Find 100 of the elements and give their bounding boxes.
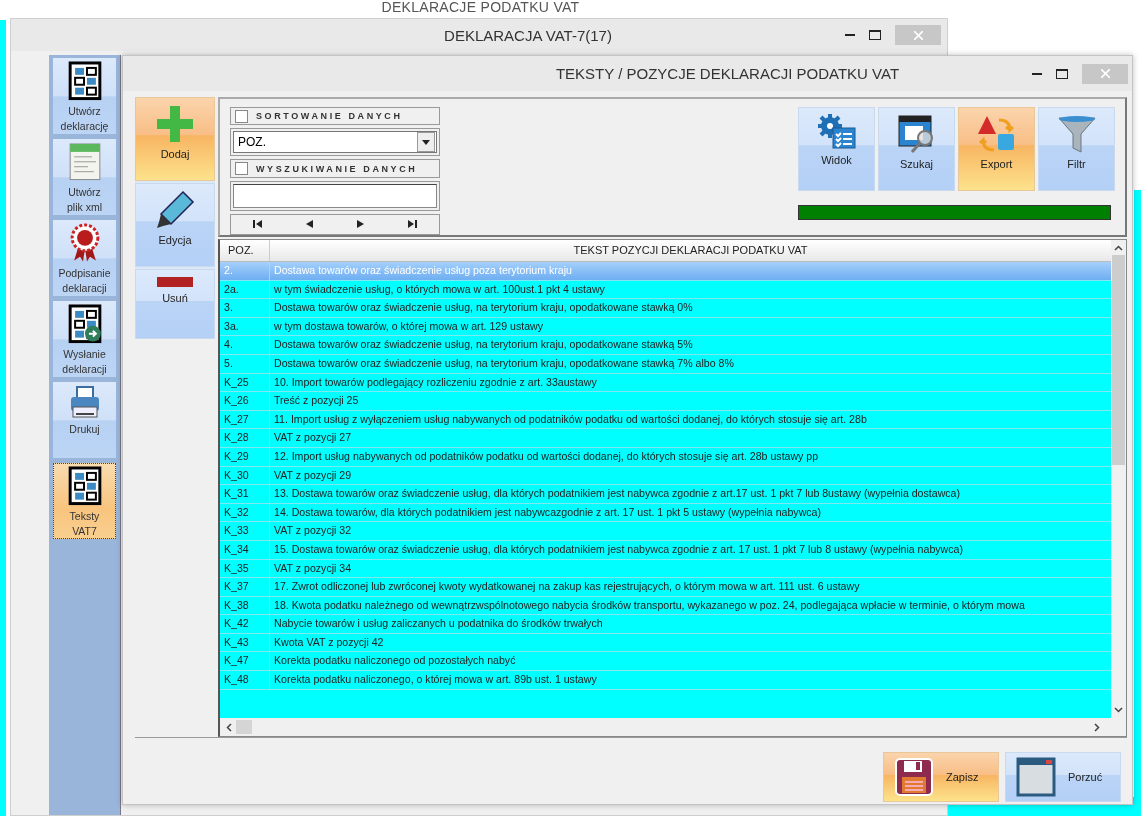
- table-cell-text: 13. Dostawa towarów oraz świadczenie usług, dla których podatnikiem jest nabywca zgodnie z art.17 ust. 1 pkt 7 lub 8ustawy (wypełnia dostawca): [273, 486, 961, 502]
- search-label: WYSZUKIWANIE DANYCH: [256, 163, 418, 174]
- first-icon: [253, 220, 262, 229]
- table-row[interactable]: K_30 VAT z pozycji 29: [220, 466, 1111, 486]
- table-row[interactable]: K_25 10. Import towarów podlegający rozliczeniu zgodnie z art. 33austawy: [220, 373, 1111, 393]
- window-title: DEKLARACJA VAT-7(17): [444, 26, 612, 44]
- table-row[interactable]: K_48 Korekta podatku naliczonego, o której mowa w art. 89b ust. 1 ustawy: [220, 671, 1111, 690]
- table-cell: K_42: [220, 615, 270, 633]
- table-row[interactable]: K_47 Korekta podatku naliczonego od pozostałych nabyć: [220, 652, 1111, 672]
- close-icon: [913, 30, 923, 40]
- table-cell-text: 14. Dostawa towarów, dla których podatnikiem jest nabywcazgodnie z art. 17 ust. 1 pkt 5 ustawy (wypełnia nabywca): [273, 504, 823, 520]
- background-window-title: DEKLARACJE PODATKU VAT: [380, 0, 581, 14]
- discard-button[interactable]: Porzuć: [1005, 752, 1121, 802]
- table-cell-text: VAT z pozycji 27: [273, 430, 353, 446]
- sort-label: SORTOWANIE DANYCH: [256, 111, 403, 122]
- table-cell: K_25: [220, 373, 270, 392]
- table-cell: K_38: [220, 596, 270, 615]
- view-button[interactable]: Widok: [798, 107, 875, 191]
- delete-button[interactable]: Usuń: [135, 269, 215, 339]
- table-row[interactable]: K_28 VAT z pozycji 27: [220, 429, 1111, 448]
- filter-button[interactable]: Filtr: [1038, 107, 1115, 191]
- table-row[interactable]: K_33 VAT z pozycji 32: [220, 522, 1111, 541]
- table-cell: K_29: [220, 447, 270, 466]
- table-cell-text: Korekta podatku naliczonego od pozostałych nabyć: [273, 653, 517, 669]
- table-row[interactable]: K_34 15. Dostawa towarów oraz świadczenie usług, dla których podatnikiem jest nabywca zgodnie z art. 17 ust. 1 pkt 7 lub 8 ustawy (wypełnia nabywca): [220, 540, 1111, 560]
- table-cell: 4.: [220, 336, 270, 354]
- table-cell-text: 11. Import usług z wyłączeniem usług nabywanych od podatników podatku od wartości dodanej, do których stosuje się art. 28b: [273, 411, 868, 427]
- table-cell: K_37: [220, 578, 270, 596]
- table-cell-text: 10. Import towarów podlegający rozliczeniu zgodnie z art. 33austawy: [273, 374, 598, 390]
- table-row[interactable]: K_26 Treść z pozycji 25: [220, 392, 1111, 411]
- table-cell: K_34: [220, 540, 270, 559]
- table-cell-text: VAT z pozycji 34: [273, 560, 353, 576]
- table-cell-text: Dostawa towarów oraz świadczenie usług, na terytorium kraju, opodatkowane stawką 0%: [273, 300, 694, 316]
- table-cell: 3a.: [220, 317, 270, 336]
- table-cell-text: Dostawa towarów oraz świadczenie usług poza terytorium kraju: [273, 263, 573, 278]
- table-row[interactable]: K_38 18. Kwota podatku należnego od wewnątrzwspólnotowego nabycia środków transportu, wykazanego w poz. 24, podlegająca wpłacie w terminie, o którym mowa: [220, 596, 1111, 616]
- sidebar-item[interactable]: Utwórz deklarację: [53, 58, 116, 134]
- sidebar-item[interactable]: Drukuj: [53, 382, 116, 458]
- floppy-icon: [894, 757, 934, 797]
- edit-button[interactable]: Edycja: [135, 183, 215, 267]
- table-row[interactable]: K_27 11. Import usług z wyłączeniem usług nabywanych od podatników podatku od wartości dodanej, do których stosuje się art. 28b: [220, 410, 1111, 430]
- table-cell: K_47: [220, 652, 270, 671]
- previous-icon: [306, 220, 313, 229]
- table-row[interactable]: 3. Dostawa towarów oraz świadczenie usług, na terytorium kraju, opodatkowane stawką 0%: [220, 299, 1111, 318]
- minimize-icon: [1032, 72, 1042, 75]
- funnel-icon: [1056, 114, 1097, 154]
- table-cell: 2.: [220, 262, 270, 280]
- minus-icon: [157, 276, 193, 288]
- table-cell-text: w tym świadczenie usług, o których mowa w art. 100ust.1 pkt 4 ustawy: [273, 281, 606, 297]
- table-cell: K_43: [220, 633, 270, 652]
- close-icon: [1100, 69, 1110, 78]
- sidebar-item[interactable]: Teksty VAT7: [53, 463, 116, 539]
- table-row[interactable]: K_32 14. Dostawa towarów, dla których podatnikiem jest nabywcazgodnie z art. 17 ust. 1 pkt 5 ustawy (wypełnia nabywca): [220, 503, 1111, 523]
- table-row[interactable]: K_43 Kwota VAT z pozycji 42: [220, 633, 1111, 653]
- table-cell-text: Nabycie towarów i usług zaliczanych u podatnika do środków trwałych: [273, 616, 604, 632]
- sidebar-item[interactable]: Wysłanie deklaracji: [53, 301, 116, 377]
- next-icon: [357, 220, 364, 229]
- table-row[interactable]: 3a. w tym dostawa towarów, o której mowa w art. 129 ustawy: [220, 317, 1111, 337]
- table-cell: K_32: [220, 503, 270, 522]
- checkbox[interactable]: [235, 109, 248, 123]
- document-icon: [67, 142, 102, 182]
- dialog-title: TEKSTY / POZYCJE DEKLARACJI PODATKU VAT: [555, 65, 900, 82]
- table-cell-text: VAT z pozycji 32: [273, 523, 353, 539]
- table-row[interactable]: 2a. w tym świadczenie usług, o których mowa w art. 100ust.1 pkt 4 ustawy: [220, 280, 1111, 300]
- grid-icon: [67, 466, 102, 506]
- export-button[interactable]: Export: [958, 107, 1035, 191]
- table-row[interactable]: K_35 VAT z pozycji 34: [220, 559, 1111, 579]
- table-cell: 2a.: [220, 280, 270, 299]
- chevron-up-icon: [1114, 245, 1123, 251]
- table-cell: 5.: [220, 354, 270, 373]
- window-icon: [1016, 757, 1056, 797]
- search-button[interactable]: Szukaj: [878, 107, 955, 191]
- plus-icon: [155, 104, 195, 144]
- table-row[interactable]: K_37 17. Zwrot odliczonej lub zwróconej kwoty wydatkowanej na zakup kas rejestrujących, o którym mowa w art. 111 ust. 6 ustawy: [220, 578, 1111, 597]
- column-header[interactable]: POZ.: [220, 240, 270, 261]
- table-cell-text: Kwota VAT z pozycji 42: [273, 634, 385, 650]
- table-cell-text: 17. Zwrot odliczonej lub zwróconej kwoty wydatkowanej na zakup kas rejestrujących, o którym mowa w art. 111 ust. 6 ustawy: [273, 579, 861, 595]
- table-cell-text: Dostawa towarów oraz świadczenie usług, na terytorium kraju, opodatkowane stawką 5%: [273, 337, 694, 353]
- table-row[interactable]: K_31 13. Dostawa towarów oraz świadczenie usług, dla których podatnikiem jest nabywca zgodnie z art.17 ust. 1 pkt 7 lub 8ustawy (wypełnia dostawca): [220, 485, 1111, 504]
- table-row[interactable]: K_42 Nabycie towarów i usług zaliczanych u podatnika do środków trwałych: [220, 615, 1111, 634]
- marker-icon: [155, 190, 195, 230]
- add-button[interactable]: Dodaj: [135, 97, 215, 181]
- table-cell: K_31: [220, 485, 270, 503]
- scrollbar-thumb[interactable]: [1112, 255, 1125, 465]
- table-row[interactable]: 4. Dostawa towarów oraz świadczenie usług, na terytorium kraju, opodatkowane stawką 5%: [220, 336, 1111, 355]
- caret-icon: [422, 139, 430, 145]
- table-row[interactable]: K_29 12. Import usług nabywanych od podatników podatku od wartości dodanej, do których stosuje się art. 28b ustawy pp: [220, 447, 1111, 467]
- table-cell: K_33: [220, 522, 270, 540]
- sort-dropdown[interactable]: POZ.: [233, 131, 437, 154]
- search-field[interactable]: [233, 183, 437, 208]
- table-cell-text: Treść z pozycji 25: [273, 393, 360, 409]
- sidebar-item[interactable]: Podpisanie deklaracji: [53, 220, 116, 296]
- scrollbar-thumb[interactable]: [236, 720, 252, 734]
- shapes-icon: [976, 114, 1017, 154]
- checkbox[interactable]: [235, 162, 248, 176]
- table-row[interactable]: 5. Dostawa towarów oraz świadczenie usług, na terytorium kraju, opodatkowane stawką 7% albo 8%: [220, 354, 1111, 374]
- column-header[interactable]: TEKST POZYCJI DEKLARACJI PODATKU VAT: [270, 240, 1111, 261]
- save-button[interactable]: Zapisz: [883, 752, 999, 802]
- sidebar-item[interactable]: Utwórz plik xml: [53, 139, 116, 215]
- maximize-icon: [1056, 68, 1068, 79]
